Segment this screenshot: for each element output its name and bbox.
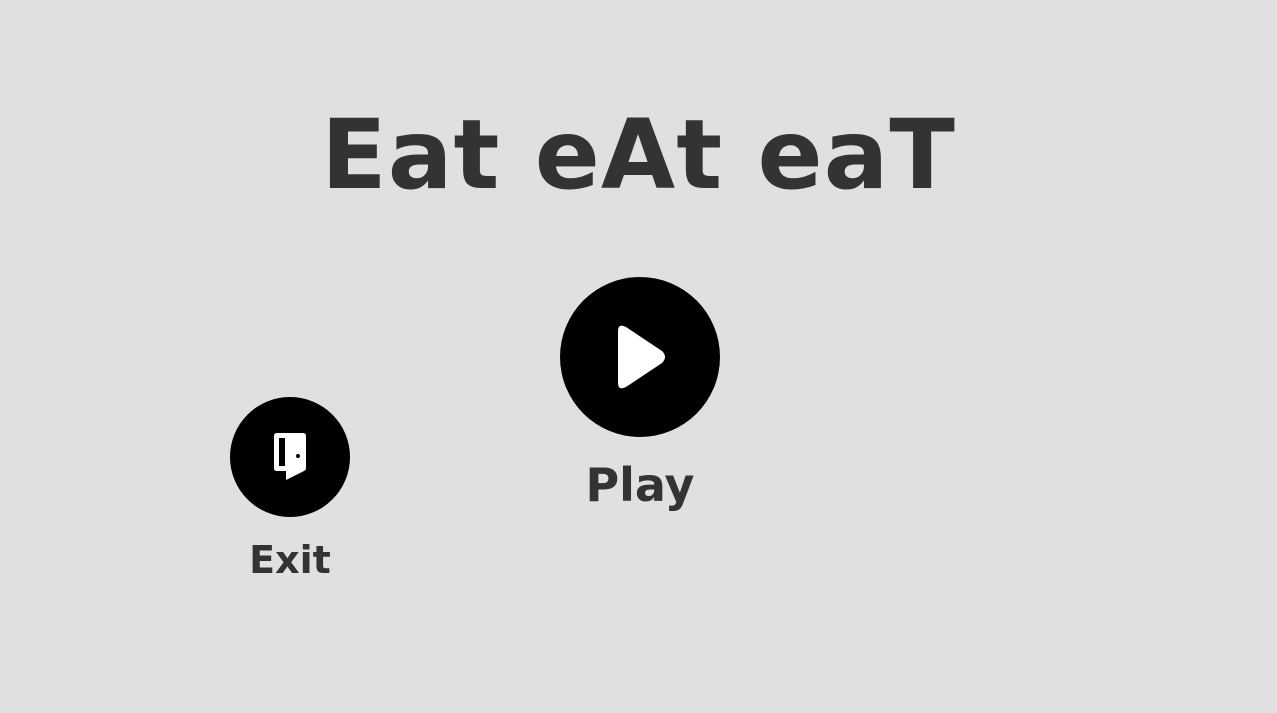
main-menu-screen: Eat eAt eaT Play Exit — [0, 0, 1277, 713]
exit-button[interactable] — [230, 397, 350, 517]
play-label[interactable]: Play — [540, 458, 740, 512]
play-button[interactable] — [560, 277, 720, 437]
game-title: Eat eAt eaT — [321, 99, 956, 211]
exit-label[interactable]: Exit — [210, 538, 370, 582]
play-icon — [618, 325, 665, 389]
door-exit-icon — [274, 433, 306, 480]
